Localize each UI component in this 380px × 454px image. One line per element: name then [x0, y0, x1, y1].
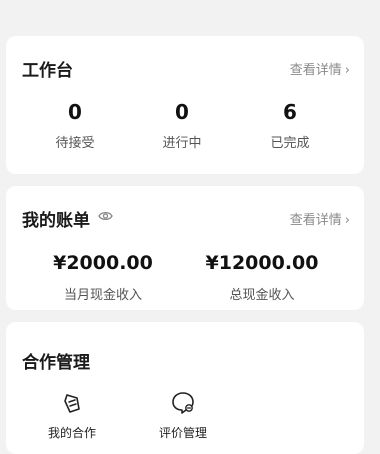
eye-icon[interactable]: [98, 210, 113, 222]
cooperation-icon: [64, 394, 80, 413]
total-income-label: 总现金收入: [229, 288, 295, 303]
review-management-label: 评价管理: [158, 426, 207, 440]
bill-details-label: 查看详情: [289, 213, 342, 228]
stat-in-progress-label: 进行中: [162, 136, 202, 151]
monthly-income[interactable]: ¥2000.00 当月现金收入: [28, 252, 178, 303]
stat-in-progress[interactable]: 0 进行中: [127, 100, 237, 151]
monthly-income-amount: ¥2000.00: [53, 252, 153, 274]
total-income[interactable]: ¥12000.00 总现金收入: [187, 252, 337, 303]
stat-completed-value: 6: [283, 100, 297, 124]
stat-completed[interactable]: 6 已完成: [235, 100, 345, 151]
workbench-title: 工作台: [22, 61, 73, 81]
stat-completed-label: 已完成: [270, 136, 310, 151]
stat-pending[interactable]: 0 待接受: [20, 100, 130, 151]
review-management-entry[interactable]: 评价管理: [143, 390, 223, 441]
bill-card: 我的账单 查看详情 › ¥2000.00 当月现金收入 ¥12000.00 总现金…: [6, 186, 364, 310]
my-cooperation-entry[interactable]: 我的合作: [32, 390, 112, 441]
stat-pending-value: 0: [68, 100, 82, 124]
monthly-income-label: 当月现金收入: [63, 288, 142, 303]
review-icon: [172, 392, 194, 414]
bill-details-link[interactable]: 查看详情 ›: [290, 209, 350, 228]
workbench-details-link[interactable]: 查看详情 ›: [290, 59, 350, 78]
chevron-right-icon: ›: [344, 63, 350, 78]
cooperation-card: 合作管理 我的合作 评价管理: [6, 322, 364, 454]
stat-pending-label: 待接受: [55, 136, 95, 151]
my-cooperation-label: 我的合作: [47, 426, 96, 440]
stat-in-progress-value: 0: [175, 100, 189, 124]
workbench-card: 工作台 查看详情 › 0 待接受 0 进行中 6 已完成: [6, 36, 364, 174]
workbench-details-label: 查看详情: [289, 63, 342, 78]
total-income-amount: ¥12000.00: [205, 252, 319, 274]
chevron-right-icon: ›: [344, 213, 350, 228]
cooperation-title: 合作管理: [22, 353, 90, 373]
bill-title: 我的账单: [22, 211, 90, 231]
